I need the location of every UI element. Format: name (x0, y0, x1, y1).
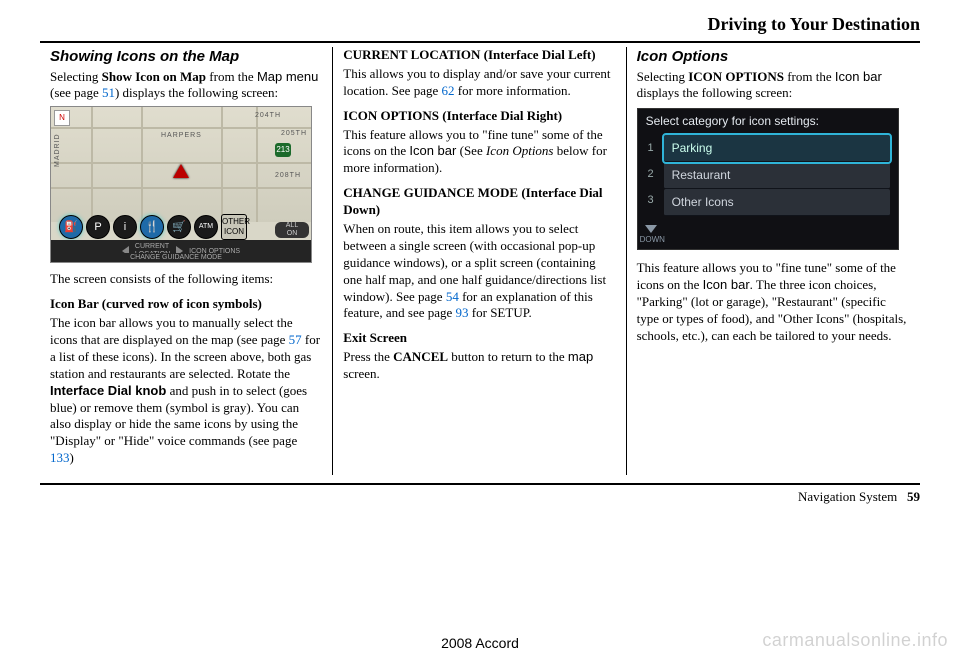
text-sans: Map menu (257, 69, 318, 84)
route-shield-icon: 213 (275, 143, 291, 157)
map-area: N 204TH 205TH 208TH HARPERS MADRID 213 (51, 107, 311, 222)
col3-intro: Selecting ICON OPTIONS from the Icon bar… (637, 69, 910, 103)
street-label: 205TH (281, 129, 307, 138)
text-sans: map (568, 349, 593, 364)
page-link-57[interactable]: 57 (289, 332, 302, 347)
list-item-restaurant[interactable]: Restaurant (664, 162, 890, 189)
watermark: carmanualsonline.info (762, 630, 948, 651)
text: for SETUP. (469, 305, 532, 320)
text-sans: Icon bar (409, 143, 456, 158)
section-heading-icon-options: Icon Options (637, 47, 910, 67)
section-heading-showing-icons: Showing Icons on the Map (50, 47, 322, 67)
parking-icon[interactable]: P (86, 215, 110, 239)
street-label: 208TH (275, 171, 301, 180)
gas-icon[interactable]: ⛽ (59, 215, 83, 239)
exit-screen-subheading: Exit Screen (343, 330, 615, 347)
page-link-133[interactable]: 133 (50, 450, 70, 465)
change-guidance-label[interactable]: CHANGE GUIDANCE MODE (130, 254, 222, 261)
text-bold: Show Icon on Map (102, 69, 206, 84)
shopping-icon[interactable]: 🛒 (167, 215, 191, 239)
category-list: Parking Restaurant Other Icons (664, 135, 890, 216)
col1-after-screen: The screen consists of the following ite… (50, 271, 322, 288)
text: Press the (343, 349, 393, 364)
north-icon: N (54, 110, 70, 126)
text: from the (206, 69, 257, 84)
icon-options-subheading: ICON OPTIONS (Interface Dial Right) (343, 108, 615, 125)
col1-intro: Selecting Show Icon on Map from the Map … (50, 69, 322, 103)
number-column: 1 2 3 (642, 135, 660, 213)
current-location-subheading: CURRENT LOCATION (Interface Dial Left) (343, 47, 615, 64)
icon-bar-subheading: Icon Bar (curved row of icon symbols) (50, 296, 322, 313)
text-sans: Icon bar (835, 69, 882, 84)
text: for more information. (454, 83, 570, 98)
page-footer: Navigation System 59 (40, 483, 920, 505)
text: from the (784, 69, 835, 84)
column-1: Showing Icons on the Map Selecting Show … (40, 47, 333, 475)
other-icon-button[interactable]: OTHER ICON (221, 214, 247, 240)
column-2: CURRENT LOCATION (Interface Dial Left) T… (333, 47, 626, 475)
list-item-parking[interactable]: Parking (664, 135, 890, 162)
page-link-93[interactable]: 93 (456, 305, 469, 320)
street-label: HARPERS (161, 131, 202, 140)
exit-screen-body: Press the CANCEL button to return to the… (343, 349, 615, 383)
street-label: MADRID (53, 134, 62, 168)
chevron-down-icon (645, 225, 657, 233)
icon-bar: ⛽ P i 🍴 🛒 ATM OTHER ICON (59, 214, 271, 240)
text: (see page (50, 85, 102, 100)
current-location-body: This allows you to display and/or save y… (343, 66, 615, 100)
icon-options-screen: Select category for icon settings: 1 2 3… (637, 108, 899, 250)
text-bold: CANCEL (393, 349, 448, 364)
atm-icon[interactable]: ATM (194, 215, 218, 239)
text: Selecting (637, 69, 689, 84)
page-link-62[interactable]: 62 (441, 83, 454, 98)
change-guidance-body: When on route, this item allows you to s… (343, 221, 615, 322)
list-item-other-icons[interactable]: Other Icons (664, 189, 890, 216)
map-icon-screen: N 204TH 205TH 208TH HARPERS MADRID 213 (50, 106, 312, 263)
page-link-54[interactable]: 54 (446, 289, 459, 304)
screen2-prompt: Select category for icon settings: (638, 109, 898, 132)
all-on-button[interactable]: ALL ON (275, 222, 309, 238)
down-indicator[interactable]: DOWN (640, 225, 662, 245)
info-icon[interactable]: i (113, 215, 137, 239)
chapter-title: Driving to Your Destination (40, 14, 920, 35)
text: (See (456, 143, 486, 158)
change-guidance-subheading: CHANGE GUIDANCE MODE (Interface Dial Dow… (343, 185, 615, 219)
down-label: DOWN (640, 235, 665, 244)
text-sans: Icon bar (703, 277, 750, 292)
text: screen. (343, 366, 379, 381)
row-number: 2 (642, 161, 660, 187)
text-bold: Interface Dial knob (50, 383, 166, 398)
page-link-51[interactable]: 51 (102, 85, 115, 100)
text: button to return to the (448, 349, 568, 364)
icon-bar-body: The icon bar allows you to manually sele… (50, 315, 322, 467)
page-number: 59 (907, 489, 920, 504)
column-3: Icon Options Selecting ICON OPTIONS from… (627, 47, 920, 475)
text: displays the following screen: (637, 85, 793, 100)
row-number: 3 (642, 187, 660, 213)
vehicle-cursor-icon (173, 164, 189, 178)
icon-options-body: This feature allows you to "fine tune" s… (343, 127, 615, 178)
row-number: 1 (642, 135, 660, 161)
text: The icon bar allows you to manually sele… (50, 315, 293, 347)
col3-after: This feature allows you to "fine tune" s… (637, 260, 910, 344)
top-rule (40, 41, 920, 43)
text-italic: Icon Options (486, 143, 554, 158)
text-bold: ICON OPTIONS (688, 69, 784, 84)
guidance-mode-row: CHANGE GUIDANCE MODE (51, 253, 311, 263)
model-year-caption: 2008 Accord (441, 635, 519, 651)
restaurant-icon[interactable]: 🍴 (140, 215, 164, 239)
footer-label: Navigation System (798, 489, 897, 504)
text: ) (70, 450, 74, 465)
text: ) displays the following screen: (115, 85, 278, 100)
text: Selecting (50, 69, 102, 84)
street-label: 204TH (255, 111, 281, 120)
